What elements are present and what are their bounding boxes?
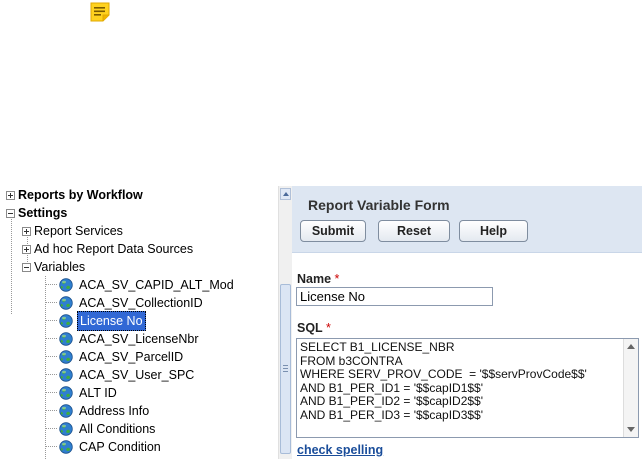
- submit-button[interactable]: Submit: [300, 220, 366, 242]
- form-header: Report Variable Form Submit Reset Help: [292, 186, 642, 253]
- scroll-up-icon[interactable]: [627, 344, 635, 349]
- name-label-text: Name: [297, 272, 332, 286]
- required-marker: *: [325, 321, 331, 335]
- sql-textarea[interactable]: SELECT B1_LICENSE_NBR FROM b3CONTRA WHER…: [296, 338, 639, 438]
- tree-node-variable[interactable]: Address Info: [59, 402, 151, 420]
- tree-node-label[interactable]: CAP Condition: [77, 438, 163, 456]
- tree-node-variable[interactable]: ACA_SV_CollectionID: [59, 294, 205, 312]
- name-input[interactable]: [296, 287, 493, 306]
- expand-icon[interactable]: [6, 190, 15, 200]
- sql-label-text: SQL: [297, 321, 323, 335]
- tree-node-variable[interactable]: ACA_SV_CAPID_ALT_Mod: [59, 276, 236, 294]
- sql-scrollbar[interactable]: [623, 339, 638, 437]
- tree-node-variable[interactable]: ACA_SV_User_SPC: [59, 366, 196, 384]
- tree-node-variable[interactable]: ALT ID: [59, 384, 119, 402]
- sql-text[interactable]: SELECT B1_LICENSE_NBR FROM b3CONTRA WHER…: [300, 340, 587, 422]
- tree-node-ad-hoc-report-data-sources[interactable]: Ad hoc Report Data Sources: [22, 240, 193, 258]
- expand-icon[interactable]: [22, 226, 31, 236]
- globe-icon: [59, 350, 73, 364]
- tree-node-label[interactable]: Reports by Workflow: [18, 186, 143, 204]
- tree-node-variable[interactable]: ACA_SV_ParcelID: [59, 348, 185, 366]
- tree-node-report-services[interactable]: Report Services: [22, 222, 123, 240]
- globe-icon: [59, 368, 73, 382]
- expand-icon[interactable]: [22, 244, 31, 254]
- scroll-thumb[interactable]: [280, 284, 291, 454]
- tree-node-settings[interactable]: Settings: [6, 204, 67, 222]
- tree-node-label[interactable]: ALT ID: [77, 384, 119, 402]
- tree-node-label[interactable]: All Conditions: [77, 420, 157, 438]
- report-variable-form: Report Variable Form Submit Reset Help N…: [292, 186, 642, 459]
- required-marker: *: [334, 272, 340, 286]
- reset-button[interactable]: Reset: [378, 220, 450, 242]
- tree-node-variables[interactable]: Variables: [22, 258, 85, 276]
- globe-icon: [59, 386, 73, 400]
- check-spelling-link[interactable]: check spelling: [297, 443, 383, 457]
- tree-node-label[interactable]: ACA_SV_ParcelID: [77, 348, 185, 366]
- scroll-up-icon[interactable]: [280, 188, 291, 200]
- globe-icon: [59, 422, 73, 436]
- collapse-icon[interactable]: [22, 262, 31, 272]
- tree-scrollbar[interactable]: [278, 186, 292, 459]
- tree-node-label[interactable]: ACA_SV_CAPID_ALT_Mod: [77, 276, 236, 294]
- note-icon[interactable]: [90, 2, 110, 22]
- name-field-label: Name *: [297, 272, 339, 286]
- tree-node-label[interactable]: Ad hoc Report Data Sources: [34, 240, 193, 258]
- tree-node-label[interactable]: Report Services: [34, 222, 123, 240]
- globe-icon: [59, 296, 73, 310]
- sql-field-label: SQL *: [297, 321, 331, 335]
- tree-node-variable[interactable]: ACA_SV_LicenseNbr: [59, 330, 201, 348]
- tree-node-reports-by-workflow[interactable]: Reports by Workflow: [6, 186, 143, 204]
- tree-node-variable[interactable]: License No: [59, 311, 146, 331]
- tree-node-label[interactable]: ACA_SV_LicenseNbr: [77, 330, 201, 348]
- collapse-icon[interactable]: [6, 208, 15, 218]
- help-button[interactable]: Help: [459, 220, 528, 242]
- report-tree: Reports by Workflow Settings Report Serv…: [0, 186, 278, 459]
- tree-node-label[interactable]: Address Info: [77, 402, 151, 420]
- scroll-down-icon[interactable]: [627, 427, 635, 432]
- tree-node-variable[interactable]: All Conditions: [59, 420, 157, 438]
- tree-node-label[interactable]: License No: [77, 311, 146, 331]
- globe-icon: [59, 404, 73, 418]
- globe-icon: [59, 278, 73, 292]
- tree-node-label[interactable]: ACA_SV_CollectionID: [77, 294, 205, 312]
- globe-icon: [59, 332, 73, 346]
- tree-node-label[interactable]: ACA_SV_User_SPC: [77, 366, 196, 384]
- form-title: Report Variable Form: [308, 197, 450, 213]
- globe-icon: [59, 314, 73, 328]
- globe-icon: [59, 440, 73, 454]
- tree-node-label[interactable]: Variables: [34, 258, 85, 276]
- tree-node-label[interactable]: Settings: [18, 204, 67, 222]
- tree-node-variable[interactable]: CAP Condition: [59, 438, 163, 456]
